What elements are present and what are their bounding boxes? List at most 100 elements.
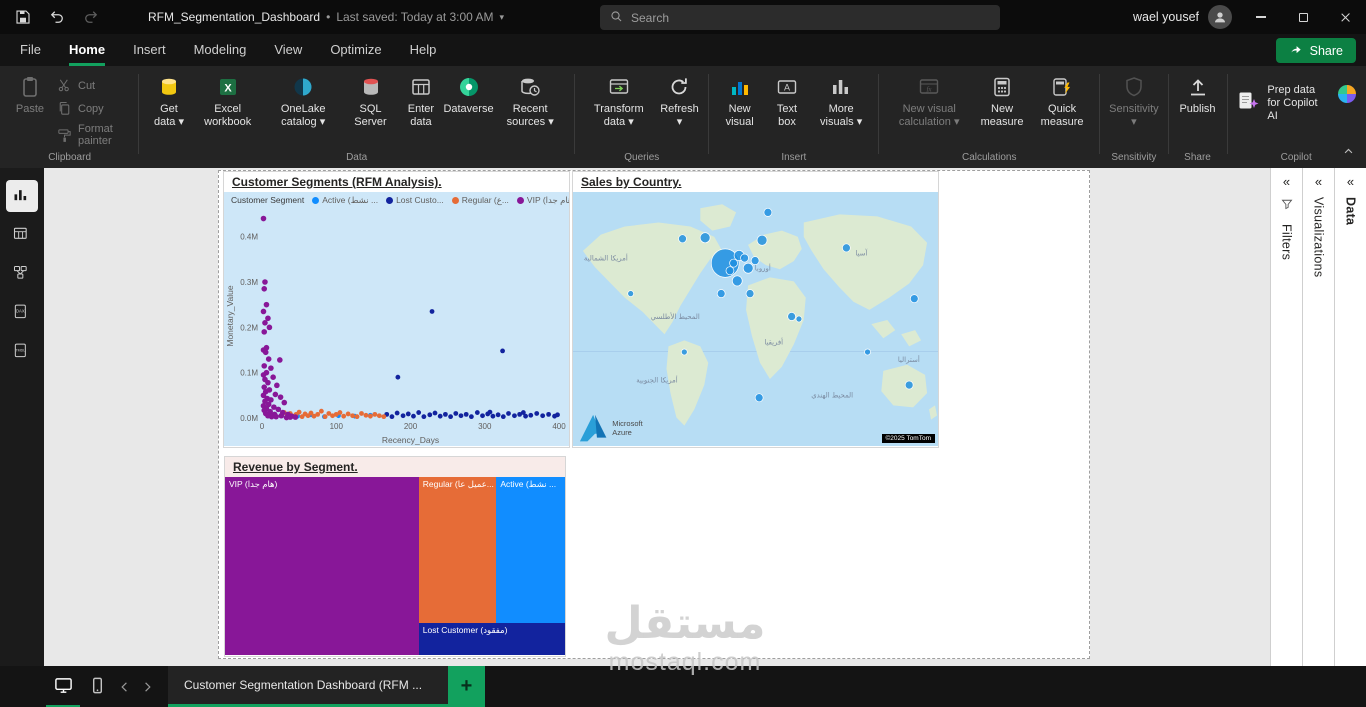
scatter-title: Customer Segments (RFM Analysis). (224, 172, 569, 192)
tmdl-view-icon: TMDL (12, 342, 32, 362)
button-label: More visuals ▾ (813, 103, 869, 129)
enter-data-button[interactable]: Enter data (397, 68, 445, 131)
desktop-layout-button[interactable] (46, 666, 80, 707)
document-title[interactable]: RFM_Segmentation_Dashboard • Last saved:… (148, 10, 504, 24)
menu-insert[interactable]: Insert (133, 34, 166, 66)
maximize-button[interactable] (1282, 0, 1324, 34)
treemap-node-active[interactable]: Active (نشط ... (496, 477, 565, 623)
svg-text:Recency_Days: Recency_Days (382, 435, 439, 445)
scatter-visual[interactable]: Customer Segments (RFM Analysis). Custom… (223, 171, 570, 448)
report-page[interactable]: Customer Segments (RFM Analysis). Custom… (218, 170, 1090, 659)
sensitivity-icon (1122, 75, 1146, 99)
ribbon-separator (574, 74, 575, 154)
menu-view[interactable]: View (274, 34, 302, 66)
map-bubble (746, 290, 754, 298)
button-label: Recent sources ▾ (495, 103, 565, 129)
map-bubble (726, 267, 734, 275)
ribbon-group-calculations: fxNew visual calculation ▾New measureQui… (882, 66, 1096, 168)
dataverse-button[interactable]: Dataverse (445, 68, 492, 118)
table-view-icon (12, 225, 32, 245)
ribbon-group-caption: Queries (581, 150, 702, 168)
map-area[interactable]: أمريكا الشماليةآسياأوروباالمحيط الأطلسيأ… (573, 192, 938, 446)
save-icon[interactable] (12, 6, 34, 28)
search-placeholder: Search (631, 11, 669, 25)
menu-home[interactable]: Home (69, 34, 105, 66)
sql-server-button[interactable]: SQL Server (344, 68, 397, 131)
legend-item[interactable]: Active (نشط ... (312, 195, 378, 206)
get-data-button[interactable]: Get data ▾ (145, 68, 193, 131)
prep-copilot-icon (1236, 89, 1260, 113)
expand-pane-icon[interactable]: « (1315, 175, 1322, 188)
sidebar-item-tmdl-view[interactable]: TMDL (6, 336, 38, 368)
expand-pane-icon[interactable]: « (1283, 175, 1290, 188)
new-measure-button[interactable]: New measure (973, 68, 1031, 131)
button-label: Text box (767, 103, 807, 129)
paste-icon (18, 75, 42, 99)
account-area[interactable]: wael yousef (1133, 0, 1232, 34)
sidebar-item-report-view[interactable] (6, 180, 38, 212)
onelake-catalog-icon (291, 75, 315, 99)
map-visual[interactable]: Sales by Country. (572, 171, 939, 448)
recent-sources-button[interactable]: Recent sources ▾ (492, 68, 568, 131)
svg-text:0.3M: 0.3M (240, 278, 258, 287)
treemap-area[interactable]: VIP (هام جدا)Regular (عميل عا...Active (… (225, 477, 565, 655)
chevron-down-icon[interactable]: ▾ (500, 12, 505, 23)
share-icon (1289, 42, 1303, 59)
model-view-icon (12, 264, 32, 284)
treemap-node-vip[interactable]: VIP (هام جدا) (225, 477, 419, 655)
mobile-layout-button[interactable] (80, 666, 114, 707)
prep-data-for-copilot-ai-button[interactable]: Prep data for Copilot AI (1233, 68, 1333, 125)
sidebar-item-table-view[interactable] (6, 219, 38, 251)
data-pane-collapsed[interactable]: « Data (1334, 168, 1366, 666)
text-box-button[interactable]: AText box (764, 68, 810, 131)
minimize-button[interactable] (1240, 0, 1282, 34)
button-label: Cut (78, 80, 95, 92)
transform-data-button[interactable]: Transform data ▾ (581, 68, 656, 131)
treemap-node-lost-customer[interactable]: Lost Customer (مفقود) (419, 623, 565, 655)
scatter-plot[interactable]: 01002003004000.0M0.1M0.2M0.3M0.4MRecency… (224, 207, 569, 446)
copilot-logo-button[interactable] (1333, 68, 1359, 111)
quick-measure-button[interactable]: Quick measure (1031, 68, 1093, 131)
treemap-node-label: Regular (عميل عا... (419, 477, 497, 492)
legend-item[interactable]: Regular (ع... (452, 195, 509, 206)
legend-item[interactable]: VIP (هام جدا) (517, 195, 569, 206)
filters-pane-collapsed[interactable]: « Filters (1270, 168, 1302, 666)
ribbon-group-caption: Share (1175, 150, 1221, 168)
refresh-button[interactable]: Refresh ▾ (656, 68, 702, 131)
previous-page-button[interactable] (114, 666, 136, 707)
excel-workbook-button[interactable]: XExcel workbook (193, 68, 262, 131)
close-button[interactable] (1324, 0, 1366, 34)
sidebar-item-model-view[interactable] (6, 258, 38, 290)
visualizations-pane-collapsed[interactable]: « Visualizations (1302, 168, 1334, 666)
menu-help[interactable]: Help (410, 34, 437, 66)
treemap-visual[interactable]: Revenue by Segment. VIP (هام جدا)Regular… (224, 456, 566, 657)
button-label: OneLake catalog ▾ (265, 103, 341, 129)
new-visual-button[interactable]: New visual (715, 68, 764, 131)
collapse-ribbon-icon[interactable] (1343, 144, 1354, 162)
search-input[interactable]: Search (600, 5, 1000, 30)
treemap-node-label: Active (نشط ... (496, 477, 565, 492)
page-tab[interactable]: Customer Segmentation Dashboard (RFM ... (168, 666, 448, 707)
next-page-button[interactable] (136, 666, 158, 707)
menu-modeling[interactable]: Modeling (194, 34, 247, 66)
menu-file[interactable]: File (20, 34, 41, 66)
onelake-catalog-button[interactable]: OneLake catalog ▾ (262, 68, 344, 131)
menu-optimize[interactable]: Optimize (330, 34, 381, 66)
treemap-node-regular[interactable]: Regular (عميل عا... (419, 477, 497, 623)
undo-icon[interactable] (46, 6, 68, 28)
add-page-button[interactable]: + (448, 666, 485, 707)
legend-item[interactable]: Lost Custo... (386, 195, 444, 205)
publish-button[interactable]: Publish (1175, 68, 1221, 118)
treemap-node-label: Lost Customer (مفقود) (419, 623, 565, 638)
report-canvas[interactable]: Customer Segments (RFM Analysis). Custom… (44, 168, 1270, 666)
sidebar-item-dax-query-view[interactable]: DAX (6, 297, 38, 329)
avatar[interactable] (1208, 5, 1232, 29)
get-data-icon (157, 75, 181, 99)
expand-pane-icon[interactable]: « (1347, 175, 1354, 188)
map-bubble (757, 235, 767, 245)
share-button[interactable]: Share (1276, 38, 1356, 63)
new-visual-calculation-button: fxNew visual calculation ▾ (885, 68, 973, 131)
more-visuals-button[interactable]: More visuals ▾ (810, 68, 872, 131)
copy-icon (56, 100, 73, 117)
powerbi-desktop-window: RFM_Segmentation_Dashboard • Last saved:… (0, 0, 1366, 707)
